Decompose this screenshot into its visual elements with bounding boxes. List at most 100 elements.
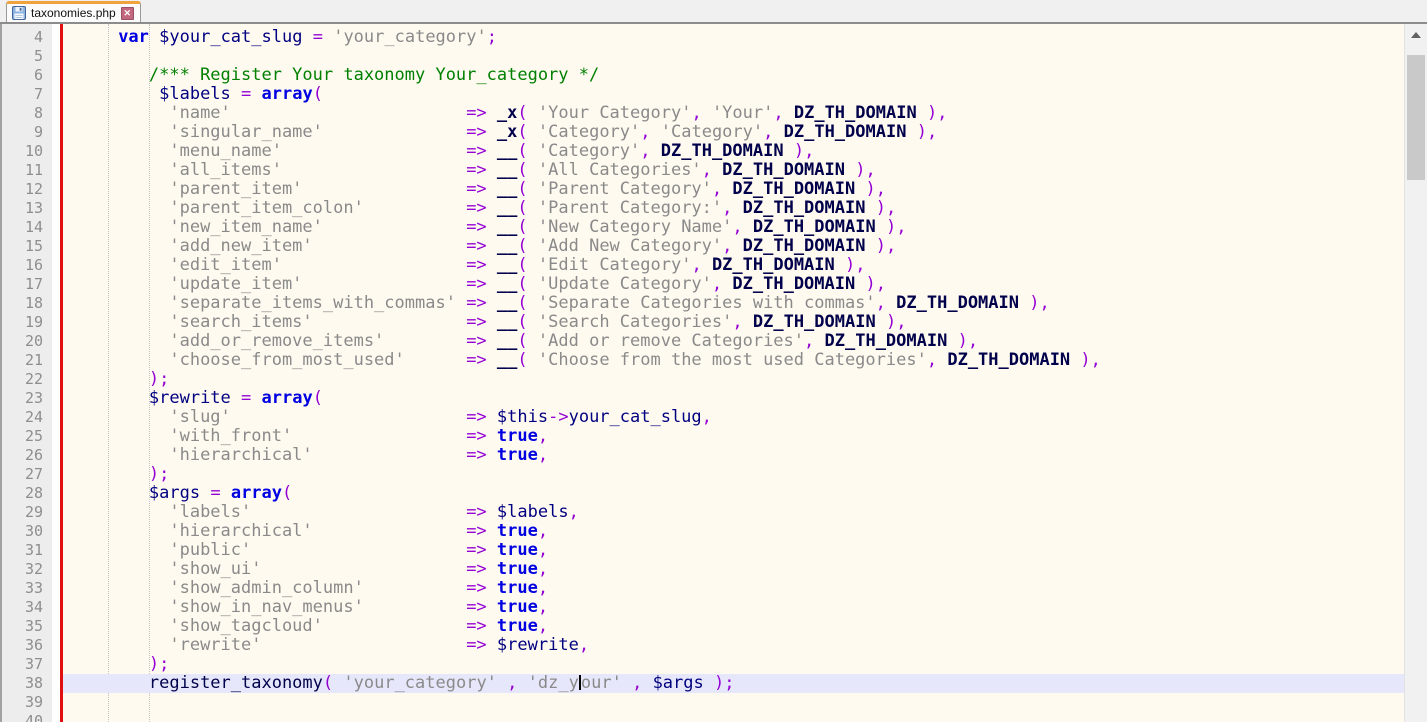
code-token: ( (517, 198, 527, 218)
line-number: 6 (2, 66, 52, 85)
scrollbar-thumb[interactable] (1407, 55, 1425, 180)
code-token: 'edit_item' (169, 255, 282, 275)
code-line-21[interactable]: 'choose_from_most_used' => __( 'Choose f… (63, 351, 1404, 370)
code-line-13[interactable]: 'parent_item_colon' => __( 'Parent Categ… (63, 199, 1404, 218)
code-token: ( (517, 122, 527, 142)
code-line-38[interactable]: register_taxonomy( 'your_category' , 'dz… (63, 674, 1404, 693)
code-line-31[interactable]: 'public' => true, (63, 541, 1404, 560)
code-token: 'hierarchical' (169, 521, 312, 541)
code-token: DZ_TH_DOMAIN (794, 103, 917, 123)
code-token (67, 160, 169, 180)
close-icon[interactable]: ✕ (121, 7, 134, 20)
code-line-7[interactable]: $labels = array( (63, 85, 1404, 104)
code-line-33[interactable]: 'show_admin_column' => true, (63, 579, 1404, 598)
code-token (67, 27, 118, 47)
code-line-4[interactable]: var $your_cat_slug = 'your_category'; (63, 28, 1404, 47)
code-line-14[interactable]: 'new_item_name' => __( 'New Category Nam… (63, 218, 1404, 237)
code-line-23[interactable]: $rewrite = array( (63, 389, 1404, 408)
code-line-39[interactable] (63, 693, 1404, 712)
code-token (364, 597, 466, 617)
code-line-17[interactable]: 'update_item' => __( 'Update Category', … (63, 275, 1404, 294)
code-line-5[interactable] (63, 47, 1404, 66)
code-line-27[interactable]: ); (63, 465, 1404, 484)
code-token (67, 236, 169, 256)
code-token: __ (497, 217, 517, 237)
code-line-16[interactable]: 'edit_item' => __( 'Edit Category', DZ_T… (63, 256, 1404, 275)
code-line-9[interactable]: 'singular_name' => _x( 'Category', 'Cate… (63, 123, 1404, 142)
code-token: => (466, 331, 486, 351)
code-token: 'new_item_name' (169, 217, 323, 237)
code-line-37[interactable]: ); (63, 655, 1404, 674)
line-number: 10 (2, 142, 52, 161)
code-line-36[interactable]: 'rewrite' => $rewrite, (63, 636, 1404, 655)
code-token: __ (497, 141, 517, 161)
code-token: __ (497, 274, 517, 294)
line-number: 38 (2, 674, 52, 693)
code-token: 'Separate Categories with commas' (538, 293, 876, 313)
code-token (302, 274, 466, 294)
code-token (487, 274, 497, 294)
code-token: 'menu_name' (169, 141, 282, 161)
code-token (67, 84, 159, 104)
code-token (67, 464, 149, 484)
code-line-30[interactable]: 'hierarchical' => true, (63, 522, 1404, 541)
code-token: = (210, 483, 220, 503)
code-line-8[interactable]: 'name' => _x( 'Your Category', 'Your', D… (63, 104, 1404, 123)
code-line-15[interactable]: 'add_new_item' => __( 'Add New Category'… (63, 237, 1404, 256)
code-line-32[interactable]: 'show_ui' => true, (63, 560, 1404, 579)
code-token: array (262, 388, 313, 408)
code-token: => (466, 350, 486, 370)
scroll-up-arrow[interactable] (1411, 32, 1421, 38)
line-number: 12 (2, 180, 52, 199)
code-token: true (497, 597, 538, 617)
code-line-6[interactable]: /*** Register Your taxonomy Your_categor… (63, 66, 1404, 85)
code-line-40[interactable] (63, 712, 1404, 722)
line-number: 19 (2, 313, 52, 332)
code-line-11[interactable]: 'all_items' => __( 'All Categories', DZ_… (63, 161, 1404, 180)
code-line-20[interactable]: 'add_or_remove_items' => __( 'Add or rem… (63, 332, 1404, 351)
code-token: , (640, 122, 650, 142)
code-token (487, 426, 497, 446)
code-token (67, 502, 169, 522)
code-token: var (118, 27, 149, 47)
code-token (251, 502, 466, 522)
code-line-25[interactable]: 'with_front' => true, (63, 427, 1404, 446)
code-token (364, 198, 466, 218)
code-line-28[interactable]: $args = array( (63, 484, 1404, 503)
vertical-scrollbar[interactable] (1404, 24, 1427, 722)
code-token (487, 502, 497, 522)
code-token (702, 255, 712, 275)
code-token: ), (917, 122, 937, 142)
code-token (528, 312, 538, 332)
code-area[interactable]: var $your_cat_slug = 'your_category'; /*… (63, 24, 1404, 722)
code-token: 'name' (169, 103, 230, 123)
code-token (67, 673, 149, 693)
code-line-22[interactable]: ); (63, 370, 1404, 389)
code-line-34[interactable]: 'show_in_nav_menus' => true, (63, 598, 1404, 617)
code-line-18[interactable]: 'separate_items_with_commas' => __( 'Sep… (63, 294, 1404, 313)
code-line-12[interactable]: 'parent_item' => __( 'Parent Category', … (63, 180, 1404, 199)
line-number: 18 (2, 294, 52, 313)
code-token: 'Choose from the most used Categories' (538, 350, 927, 370)
code-token: $labels (497, 502, 569, 522)
code-token: , (538, 540, 548, 560)
code-token: ( (517, 141, 527, 161)
code-token: ), (865, 274, 885, 294)
code-token: , (538, 616, 548, 636)
code-token (528, 293, 538, 313)
code-token: => (466, 426, 486, 446)
tab-taxonomies-php[interactable]: taxonomies.php ✕ (6, 1, 141, 22)
code-token (487, 578, 497, 598)
code-token (67, 369, 149, 389)
code-token (732, 236, 742, 256)
code-token (528, 350, 538, 370)
code-line-24[interactable]: 'slug' => $this->your_cat_slug, (63, 408, 1404, 427)
code-token (67, 274, 169, 294)
code-line-29[interactable]: 'labels' => $labels, (63, 503, 1404, 522)
code-line-35[interactable]: 'show_tagcloud' => true, (63, 617, 1404, 636)
code-token: 'search_items' (169, 312, 312, 332)
code-line-10[interactable]: 'menu_name' => __( 'Category', DZ_TH_DOM… (63, 142, 1404, 161)
code-line-26[interactable]: 'hierarchical' => true, (63, 446, 1404, 465)
code-line-19[interactable]: 'search_items' => __( 'Search Categories… (63, 313, 1404, 332)
saved-file-floppy-icon (12, 6, 26, 20)
